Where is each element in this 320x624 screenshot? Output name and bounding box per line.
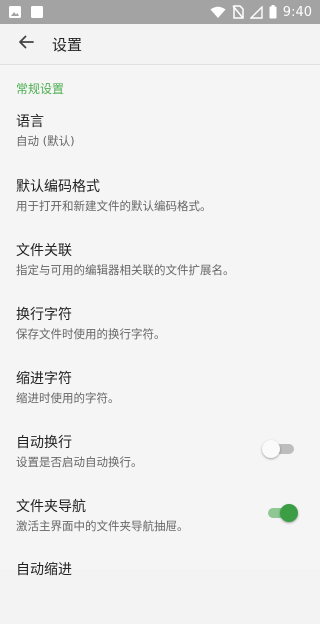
setting-title: 文件关联	[16, 243, 72, 259]
signal-icon	[249, 5, 263, 19]
setting-default-encoding[interactable]: 默认编码格式 用于打开和新建文件的默认编码格式。	[0, 177, 320, 241]
word-wrap-switch[interactable]	[262, 439, 296, 459]
status-bar: 9:40	[0, 0, 320, 24]
square-icon	[30, 5, 44, 19]
setting-title: 语言	[16, 114, 44, 130]
setting-summary: 激活主界面中的文件夹导航抽屉。	[16, 519, 189, 533]
setting-title: 换行字符	[16, 307, 72, 323]
section-header: 常规设置	[16, 82, 65, 96]
setting-file-association[interactable]: 文件关联 指定与可用的编辑器相关联的文件扩展名。	[0, 241, 320, 305]
folder-navigation-switch[interactable]	[266, 503, 298, 523]
switch-thumb	[262, 440, 280, 458]
page-title: 设置	[52, 35, 83, 54]
setting-title: 文件夹导航	[16, 499, 86, 515]
app-bar: 设置	[0, 24, 320, 64]
battery-icon	[269, 5, 277, 19]
setting-summary: 指定与可用的编辑器相关联的文件扩展名。	[16, 263, 235, 277]
setting-auto-indent[interactable]: 自动缩进	[0, 560, 320, 624]
switch-thumb	[280, 504, 298, 522]
status-time: 9:40	[282, 4, 312, 20]
setting-summary: 用于打开和新建文件的默认编码格式。	[16, 199, 212, 213]
arrow-back-icon	[17, 33, 35, 55]
setting-word-wrap[interactable]: 自动换行 设置是否启动自动换行。	[0, 433, 320, 497]
setting-folder-navigation[interactable]: 文件夹导航 激活主界面中的文件夹导航抽屉。	[0, 497, 320, 561]
setting-summary: 保存文件时使用的换行字符。	[16, 327, 166, 341]
setting-title: 缩进字符	[16, 371, 72, 387]
setting-line-break[interactable]: 换行字符 保存文件时使用的换行字符。	[0, 305, 320, 369]
setting-summary: 缩进时使用的字符。	[16, 391, 120, 405]
image-icon	[8, 5, 22, 19]
setting-title: 默认编码格式	[16, 179, 100, 195]
settings-list[interactable]: 常规设置 语言 自动 (默认) 默认编码格式 用于打开和新建文件的默认编码格式。…	[0, 64, 320, 578]
setting-title: 自动换行	[16, 435, 72, 451]
setting-summary: 自动 (默认)	[16, 134, 75, 148]
back-button[interactable]	[2, 24, 50, 64]
no-sim-icon	[232, 5, 244, 19]
setting-title: 自动缩进	[16, 562, 72, 578]
setting-summary: 设置是否启动自动换行。	[16, 455, 143, 469]
wifi-icon	[210, 6, 226, 19]
setting-language[interactable]: 语言 自动 (默认)	[0, 112, 320, 176]
setting-indent-char[interactable]: 缩进字符 缩进时使用的字符。	[0, 369, 320, 433]
